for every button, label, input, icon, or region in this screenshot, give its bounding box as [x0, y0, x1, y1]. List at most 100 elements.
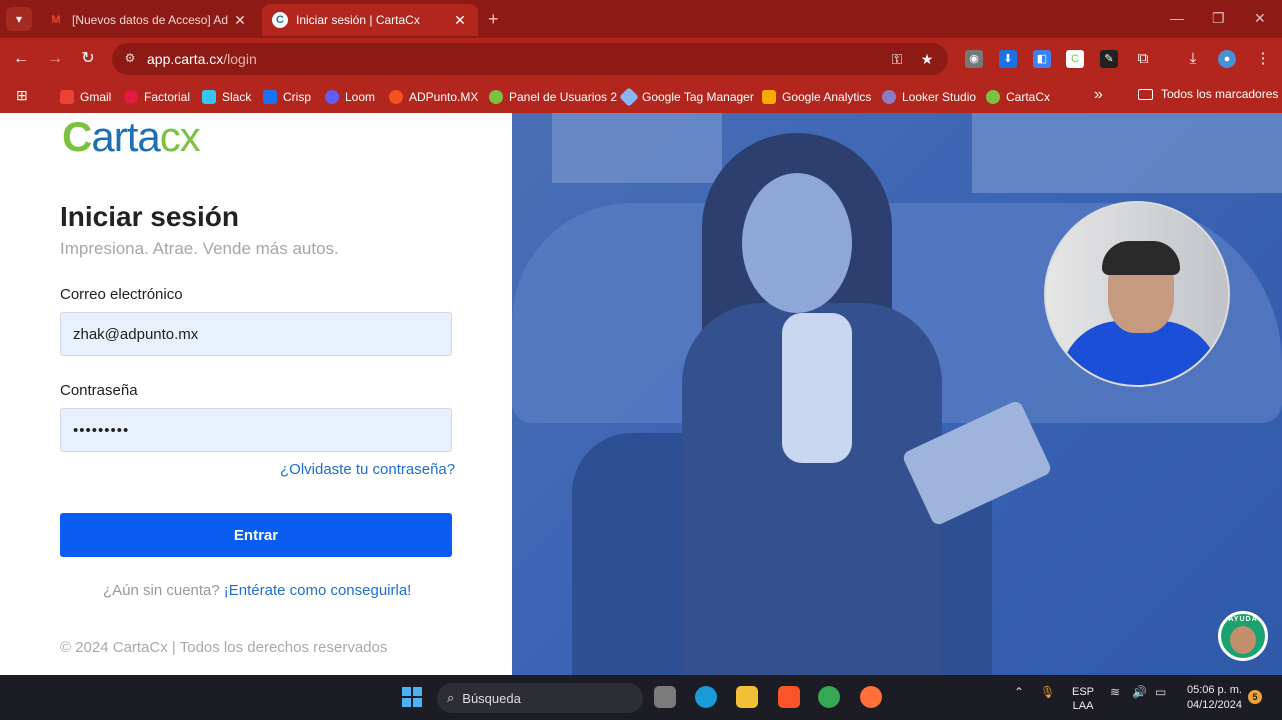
microphone-icon[interactable]: 🎙 — [1040, 685, 1055, 699]
gmail-icon — [60, 90, 74, 104]
task-view-icon[interactable] — [654, 686, 676, 708]
page-subtitle: Impresiona. Atrae. Vende más autos. — [60, 239, 339, 258]
forgot-password-link[interactable]: ¿Olvidaste tu contraseña? — [280, 461, 455, 478]
clock[interactable]: 05:06 p. m. 04/12/2024 — [1184, 683, 1242, 713]
file-explorer-icon[interactable] — [736, 686, 758, 708]
address-bar[interactable]: ⚙ app.carta.cx/login ⚿ ★ — [112, 43, 948, 75]
loom-icon — [325, 90, 339, 104]
language-indicator[interactable]: ESP LAA — [1072, 685, 1094, 713]
tab-title: Iniciar sesión | CartaCx — [296, 13, 420, 27]
tab-cartacx[interactable]: C Iniciar sesión | CartaCx ✕ — [262, 4, 478, 36]
bookmark-loom[interactable]: Loom — [325, 87, 375, 107]
signup-link[interactable]: ¡Entérate como conseguirla! — [224, 582, 412, 599]
tab-search-button[interactable]: ▾ — [6, 7, 32, 31]
url-text[interactable]: app.carta.cx/login — [147, 51, 257, 67]
close-icon[interactable]: ✕ — [452, 12, 468, 29]
copyright-text: © 2024 CartaCx | Todos los derechos rese… — [60, 639, 388, 656]
tab-title: [Nuevos datos de Acceso] Ad P — [72, 13, 232, 27]
analytics-icon — [762, 90, 776, 104]
hair-shape — [1102, 241, 1180, 275]
download-extension-icon[interactable]: ⬇ — [999, 50, 1017, 68]
bookmark-adpunto[interactable]: ADPunto.MX — [389, 87, 478, 107]
window-close-icon[interactable]: ✕ — [1254, 10, 1266, 27]
page-title: Iniciar sesión — [60, 201, 239, 232]
password-label: Contraseña — [60, 382, 138, 399]
window-pane — [972, 113, 1282, 193]
no-account-text: ¿Aún sin cuenta? — [103, 582, 220, 599]
bookmark-looker[interactable]: Looker Studio — [882, 87, 976, 107]
cartacx-icon — [489, 90, 503, 104]
extension-icon[interactable]: ◧ — [1033, 50, 1051, 68]
extensions-puzzle-icon[interactable]: ⧉ — [1134, 50, 1152, 68]
bookmark-star-icon[interactable]: ★ — [918, 50, 936, 68]
color-picker-icon[interactable]: ✎ — [1100, 50, 1118, 68]
edge-icon[interactable] — [695, 686, 717, 708]
chevron-double-right-icon[interactable]: » — [1094, 86, 1103, 104]
site-info-icon[interactable]: ⚙ — [122, 51, 138, 67]
bookmark-factorial[interactable]: Factorial — [124, 87, 190, 107]
signup-prompt: ¿Aún sin cuenta? ¡Entérate como conseguir… — [103, 582, 411, 599]
help-label: AYUDA — [1228, 616, 1258, 623]
slack-icon — [202, 90, 216, 104]
all-bookmarks-folder[interactable]: Todos los marcadores — [1138, 87, 1278, 101]
window-pane — [552, 113, 722, 183]
back-icon[interactable]: ← — [10, 48, 32, 70]
tag-manager-icon — [619, 87, 639, 107]
adpunto-icon — [389, 90, 403, 104]
login-page: Carta cx Iniciar sesión Impresiona. Atrae… — [0, 113, 1282, 675]
taskbar: ⌕ Búsqueda ⌃ 🎙 ESP LAA ≋ 🔊 ▭ 05:06 p. m.… — [0, 675, 1282, 720]
chevron-up-icon[interactable]: ⌃ — [1014, 685, 1024, 699]
menu-icon[interactable]: ⋮ — [1254, 50, 1272, 68]
cartacx-extension-icon[interactable]: C — [1066, 50, 1084, 68]
apps-grid-icon[interactable]: ⊞ — [16, 87, 34, 105]
login-button[interactable]: Entrar — [60, 513, 452, 557]
restore-icon[interactable]: ❐ — [1212, 10, 1225, 27]
volume-icon[interactable]: 🔊 — [1132, 685, 1147, 699]
new-tab-button[interactable]: + — [488, 9, 499, 30]
email-field[interactable]: zhak@adpunto.mx — [60, 312, 452, 356]
downloads-icon[interactable]: ⤓ — [1184, 50, 1202, 68]
firefox-icon[interactable] — [860, 686, 882, 708]
cartacx-icon: C — [272, 12, 288, 28]
profile-avatar[interactable]: ● — [1218, 50, 1236, 68]
password-field[interactable]: ••••••••• — [60, 408, 452, 452]
minimize-icon[interactable]: — — [1170, 10, 1184, 26]
cartacx-icon — [986, 90, 1000, 104]
search-label: Búsqueda — [462, 690, 521, 706]
taskbar-search[interactable]: ⌕ Búsqueda — [437, 683, 643, 713]
login-panel: Carta cx Iniciar sesión Impresiona. Atrae… — [0, 113, 512, 675]
bookmark-gtm[interactable]: Google Tag Manager — [619, 87, 754, 107]
bookmarks-bar: ⊞ Gmail Factorial Slack Crisp Loom ADPun… — [0, 80, 1282, 113]
cartacx-logo: Carta cx — [62, 113, 201, 160]
notification-badge[interactable]: 5 — [1248, 690, 1262, 704]
tab-gmail[interactable]: M [Nuevos datos de Acceso] Ad P ✕ — [38, 4, 258, 36]
bookmark-gmail[interactable]: Gmail — [60, 87, 111, 107]
search-icon: ⌕ — [447, 690, 455, 705]
tab-bar: ▾ M [Nuevos datos de Acceso] Ad P ✕ C In… — [0, 0, 1282, 38]
bookmark-cartacx[interactable]: CartaCx — [986, 87, 1050, 107]
help-avatar — [1230, 626, 1256, 654]
webcam-overlay — [1044, 201, 1230, 387]
brave-icon[interactable] — [778, 686, 800, 708]
wifi-icon[interactable]: ≋ — [1110, 685, 1120, 699]
reload-icon[interactable]: ↻ — [77, 48, 99, 70]
woman-face — [742, 173, 852, 313]
bookmark-analytics[interactable]: Google Analytics — [762, 87, 871, 107]
hero-image: AYUDA — [512, 113, 1282, 675]
windows-start-icon[interactable] — [402, 687, 422, 707]
gmail-icon: M — [51, 14, 61, 26]
battery-icon[interactable]: ▭ — [1155, 685, 1166, 699]
chrome-icon[interactable] — [818, 686, 840, 708]
bookmark-panel-usuarios[interactable]: Panel de Usuarios 2 — [489, 87, 617, 107]
crisp-icon — [263, 90, 277, 104]
email-label: Correo electrónico — [60, 286, 183, 303]
help-chat-button[interactable]: AYUDA — [1218, 611, 1268, 661]
factorial-icon — [124, 90, 138, 104]
close-icon[interactable]: ✕ — [232, 12, 248, 29]
key-icon[interactable]: ⚿ — [888, 50, 906, 68]
forward-icon[interactable]: → — [44, 48, 66, 70]
bookmark-crisp[interactable]: Crisp — [263, 87, 311, 107]
screenshot-extension-icon[interactable]: ◉ — [965, 50, 983, 68]
bookmark-slack[interactable]: Slack — [202, 87, 251, 107]
looker-studio-icon — [882, 90, 896, 104]
